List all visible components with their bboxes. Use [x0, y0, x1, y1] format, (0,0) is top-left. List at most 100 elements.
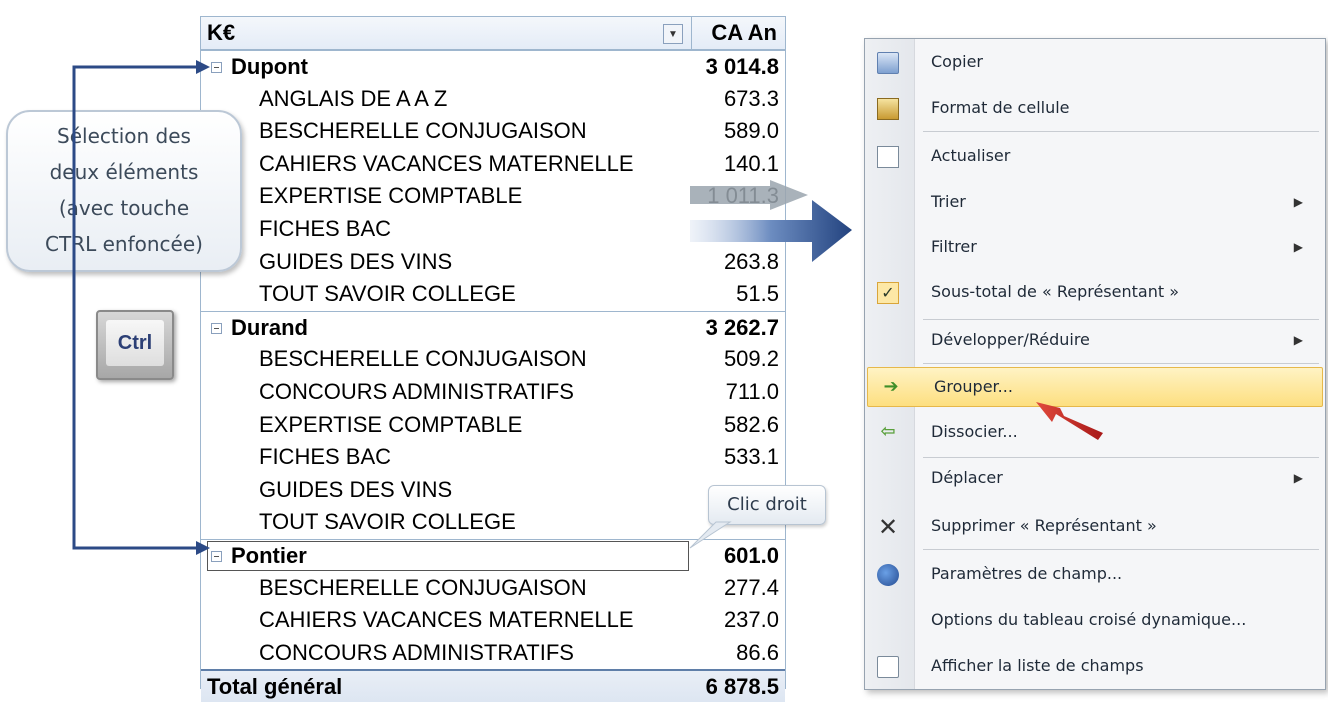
- menu-item-deplacer[interactable]: Déplacer ▶: [865, 459, 1325, 499]
- row-value: 263.8: [723, 248, 779, 274]
- collapse-icon[interactable]: [211, 62, 222, 73]
- ungroup-icon: ⇦: [880, 421, 896, 442]
- row-value: 509.2: [723, 346, 779, 372]
- row-label: CAHIERS VACANCES MATERNELLE: [259, 607, 634, 633]
- menu-separator: [923, 549, 1319, 550]
- row-label: BESCHERELLE CONJUGAISON: [259, 118, 587, 144]
- menu-item-label: Déplacer: [931, 468, 1003, 487]
- row-value: 601.0: [723, 542, 779, 568]
- row-value: 51.5: [736, 281, 779, 307]
- table-row[interactable]: BESCHERELLE CONJUGAISON 277.4: [201, 572, 785, 605]
- selection-callout: Sélection des deux éléments (avec touche…: [6, 110, 242, 272]
- menu-item-supprimer-representant[interactable]: ✕ Supprimer « Représentant »: [865, 507, 1325, 547]
- table-row[interactable]: CONCOURS ADMINISTRATIFS 711.0: [201, 376, 785, 409]
- row-value: 3 014.8: [705, 54, 779, 79]
- row-label: GUIDES DES VINS: [259, 248, 453, 274]
- menu-item-label: Sous-total de « Représentant »: [931, 282, 1179, 301]
- menu-separator: [923, 131, 1319, 132]
- menu-item-trier[interactable]: Trier ▶: [865, 183, 1325, 223]
- row-label: EXPERTISE COMPTABLE: [259, 183, 523, 209]
- copy-icon: [877, 52, 899, 74]
- table-row[interactable]: TOUT SAVOIR COLLEGE: [201, 506, 785, 539]
- context-menu: Copier Format de cellule Actualiser Trier ▶ F…: [864, 38, 1326, 690]
- row-label: EXPERTISE COMPTABLE: [259, 411, 523, 437]
- submenu-arrow-icon: ▶: [1293, 333, 1303, 347]
- row-label: FICHES BAC: [259, 444, 392, 470]
- menu-item-label: Format de cellule: [931, 98, 1070, 117]
- menu-item-label: Filtrer: [931, 237, 977, 256]
- table-row[interactable]: ANGLAIS DE A A Z 673.3: [201, 83, 785, 116]
- value-column-header: CA An: [711, 20, 777, 45]
- menu-separator: [923, 457, 1319, 458]
- row-label: Total général: [207, 674, 343, 700]
- table-row[interactable]: GUIDES DES VINS: [201, 474, 785, 507]
- row-value: 589.0: [723, 118, 779, 144]
- row-label: Pontier: [231, 542, 307, 568]
- table-row[interactable]: BESCHERELLE CONJUGAISON 589.0: [201, 115, 785, 148]
- menu-item-dissocier[interactable]: ⇦ Dissocier...: [865, 413, 1325, 453]
- menu-item-grouper[interactable]: ➔ Grouper...: [867, 367, 1323, 407]
- group-icon: ➔: [883, 376, 899, 397]
- field-list-icon: [877, 656, 899, 678]
- row-label: Dupont: [231, 54, 308, 79]
- row-value: 711.0: [725, 378, 779, 404]
- collapse-icon[interactable]: [211, 550, 222, 562]
- menu-item-label: Trier: [931, 192, 966, 211]
- table-row[interactable]: EXPERTISE COMPTABLE 582.6: [201, 409, 785, 442]
- menu-item-options-du-tableau-croise-dynamique[interactable]: Options du tableau croisé dynamique...: [865, 601, 1325, 641]
- table-row[interactable]: TOUT SAVOIR COLLEGE 51.5: [201, 278, 785, 311]
- table-row[interactable]: FICHES BAC 533.1: [201, 441, 785, 474]
- collapse-icon[interactable]: [211, 322, 222, 334]
- checkmark-icon: ✓: [877, 282, 899, 304]
- menu-item-label: Afficher la liste de champs: [931, 656, 1144, 675]
- callout-line: Sélection des: [57, 124, 191, 148]
- row-label: TOUT SAVOIR COLLEGE: [259, 281, 516, 307]
- delete-icon: ✕: [877, 513, 899, 541]
- row-label: CONCOURS ADMINISTRATIFS: [259, 378, 574, 404]
- menu-item-parametres-de-champ[interactable]: Paramètres de champ...: [865, 555, 1325, 595]
- row-value: 237.0: [723, 607, 779, 633]
- refresh-icon: [877, 146, 899, 168]
- callout-line: CTRL enfoncée): [45, 232, 203, 256]
- menu-item-developper-reduire[interactable]: Développer/Réduire ▶: [865, 321, 1325, 361]
- row-label: TOUT SAVOIR COLLEGE: [259, 509, 516, 535]
- table-row[interactable]: FICHES BAC: [201, 213, 785, 246]
- callout-line: deux éléments: [49, 160, 199, 184]
- row-value: 673.3: [723, 85, 779, 111]
- menu-item-copier[interactable]: Copier: [865, 43, 1325, 83]
- menu-item-label: Actualiser: [931, 146, 1011, 165]
- group-row[interactable]: Dupont 3 014.8: [201, 50, 785, 83]
- table-row[interactable]: BESCHERELLE CONJUGAISON 509.2: [201, 343, 785, 376]
- row-label: ANGLAIS DE A A Z: [259, 85, 448, 111]
- submenu-arrow-icon: ▶: [1293, 240, 1303, 254]
- menu-item-label: Dissocier...: [931, 422, 1018, 441]
- row-value: 6 878.5: [705, 674, 779, 700]
- table-row[interactable]: GUIDES DES VINS 263.8: [201, 246, 785, 279]
- menu-item-filtrer[interactable]: Filtrer ▶: [865, 228, 1325, 268]
- menu-item-label: Copier: [931, 52, 983, 71]
- row-label: BESCHERELLE CONJUGAISON: [259, 574, 587, 600]
- row-value: 277.4: [723, 574, 779, 600]
- row-value: 3 262.7: [705, 314, 779, 340]
- table-row[interactable]: EXPERTISE COMPTABLE 1 011.3: [201, 180, 785, 213]
- row-value: 86.6: [736, 639, 779, 665]
- group-row[interactable]: Pontier 601.0: [201, 538, 785, 572]
- grand-total-row[interactable]: Total général 6 878.5: [201, 669, 785, 702]
- row-label: FICHES BAC: [259, 215, 392, 241]
- menu-separator: [923, 319, 1319, 320]
- ctrl-key-label: Ctrl: [106, 320, 164, 366]
- row-labels-header: K€: [207, 20, 236, 45]
- table-row[interactable]: CAHIERS VACANCES MATERNELLE 237.0: [201, 604, 785, 637]
- menu-item-afficher-la-liste-de-champs[interactable]: Afficher la liste de champs: [865, 647, 1325, 687]
- menu-item-format-de-cellule[interactable]: Format de cellule: [865, 89, 1325, 129]
- pivot-header: K€ ▼ CA An: [201, 17, 785, 50]
- row-value: 533.1: [723, 444, 779, 470]
- menu-item-sous-total-de-representant[interactable]: ✓ Sous-total de « Représentant »: [865, 273, 1325, 313]
- menu-item-label: Grouper...: [934, 377, 1013, 396]
- header-separator: [691, 17, 692, 49]
- table-row[interactable]: CONCOURS ADMINISTRATIFS 86.6: [201, 637, 785, 670]
- filter-dropdown-icon[interactable]: ▼: [663, 24, 683, 44]
- group-row[interactable]: Durand 3 262.7: [201, 310, 785, 344]
- menu-item-actualiser[interactable]: Actualiser: [865, 137, 1325, 177]
- table-row[interactable]: CAHIERS VACANCES MATERNELLE 140.1: [201, 148, 785, 181]
